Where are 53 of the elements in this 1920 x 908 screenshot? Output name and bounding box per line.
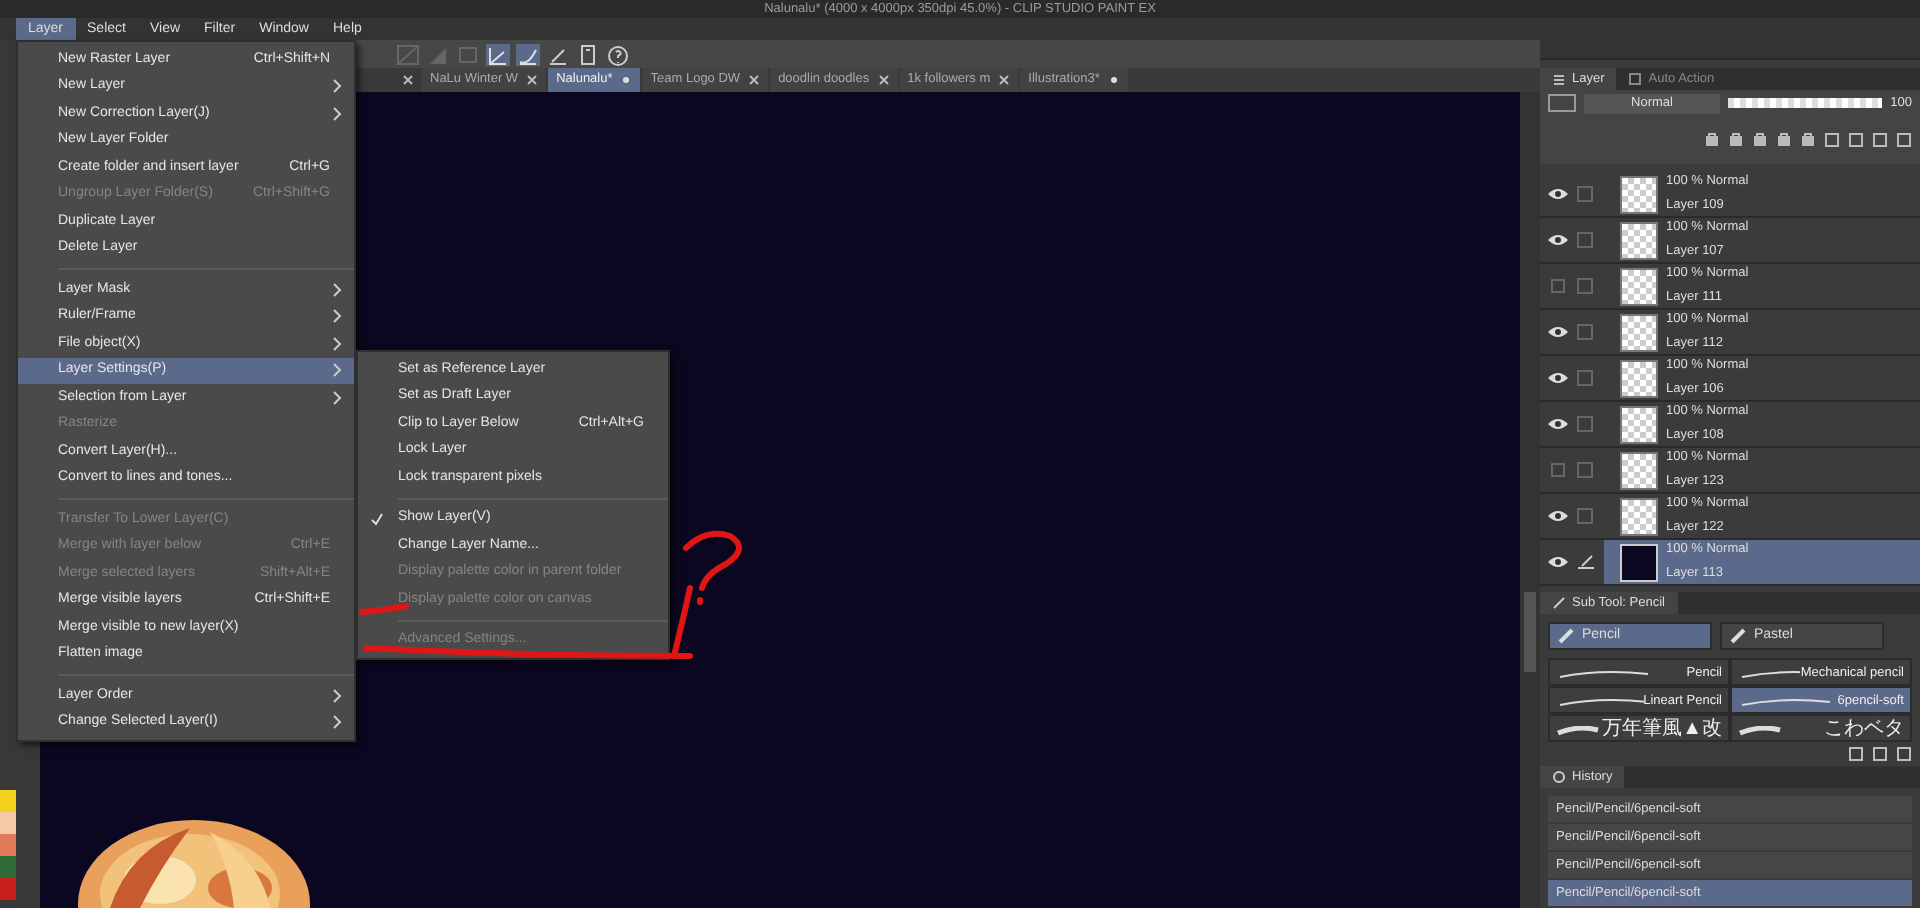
- layer-thumbnail: [1620, 313, 1658, 351]
- eye-icon[interactable]: [1546, 416, 1570, 432]
- layer-checkbox[interactable]: [1576, 508, 1596, 524]
- eye-icon[interactable]: [1546, 232, 1570, 248]
- visibility-toggle[interactable]: [1546, 462, 1570, 478]
- layer-thumbnail: [1620, 221, 1658, 259]
- color-swatch[interactable]: [0, 856, 16, 878]
- brush-item[interactable]: 万年筆風▲改: [1548, 714, 1730, 742]
- stroke-preview-icon: [1738, 726, 1782, 736]
- layer-thumbnail: [1620, 267, 1658, 305]
- layer-checkbox[interactable]: [1576, 186, 1596, 202]
- page-icon[interactable]: [576, 43, 600, 65]
- eye-icon[interactable]: [1546, 324, 1570, 340]
- layer-thumbnail: [1620, 175, 1658, 213]
- pen-icon: [1576, 554, 1596, 570]
- visibility-toggle[interactable]: [1546, 278, 1570, 294]
- layer-checkbox[interactable]: [1576, 416, 1596, 432]
- layer-checkbox[interactable]: [1576, 278, 1596, 294]
- color-swatch[interactable]: [0, 790, 16, 812]
- help-icon[interactable]: [606, 43, 630, 65]
- opacity-slider[interactable]: [1728, 98, 1883, 108]
- layer-thumbnail: [1620, 497, 1658, 535]
- stroke-preview-icon: [1556, 726, 1600, 736]
- color-box[interactable]: [1548, 94, 1576, 112]
- layer-thumbnail: [1620, 405, 1658, 443]
- color-swatch[interactable]: [0, 878, 16, 900]
- pen-icon[interactable]: [546, 43, 570, 65]
- brush-item[interactable]: こわベタ: [1730, 714, 1912, 742]
- layer-checkbox[interactable]: [1576, 232, 1596, 248]
- pencil-icon: [1552, 596, 1566, 610]
- pastel-icon: [1730, 628, 1746, 644]
- layer-thumbnail: [1620, 543, 1658, 581]
- ruler-icon[interactable]: [486, 43, 510, 65]
- color-swatch[interactable]: [0, 834, 16, 856]
- scrollbar-thumb[interactable]: [1524, 592, 1536, 672]
- history-icon: [1552, 770, 1566, 784]
- lock-icon[interactable]: [1704, 132, 1720, 148]
- stroke-preview-icon: [1558, 670, 1650, 680]
- eye-icon[interactable]: [1546, 508, 1570, 524]
- layer-thumbnail: [1620, 451, 1658, 489]
- eye-icon[interactable]: [1546, 370, 1570, 386]
- layer-checkbox[interactable]: [1576, 370, 1596, 386]
- stroke-preview-icon: [1740, 698, 1832, 708]
- color-swatch[interactable]: [0, 812, 16, 834]
- pencil-icon: [1558, 628, 1574, 644]
- layers-icon: [1552, 72, 1566, 86]
- layer-thumbnail: [1620, 359, 1658, 397]
- layer-checkbox[interactable]: [1576, 324, 1596, 340]
- script-icon: [1628, 72, 1643, 86]
- layer-checkbox[interactable]: [1576, 462, 1596, 478]
- eye-icon[interactable]: [1546, 554, 1570, 570]
- eye-icon[interactable]: [1546, 186, 1570, 202]
- lock-icon[interactable]: [1776, 132, 1792, 148]
